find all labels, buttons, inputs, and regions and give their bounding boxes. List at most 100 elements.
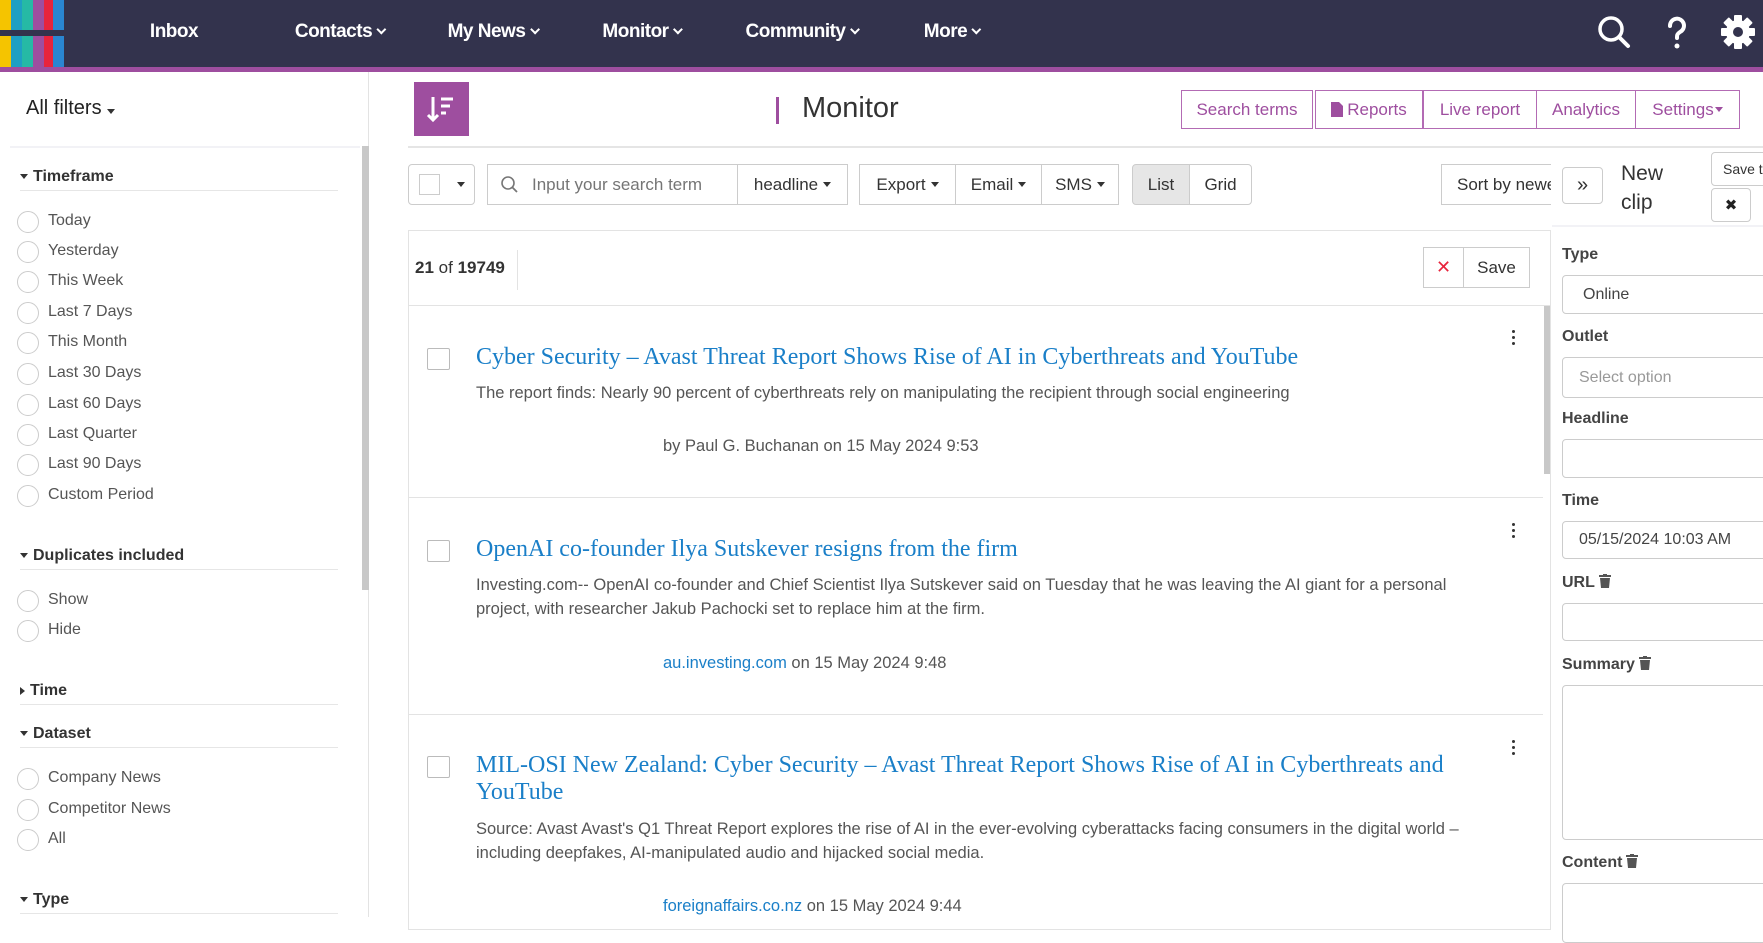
nav-monitor[interactable]: Monitor xyxy=(602,0,684,67)
summary-textarea[interactable] xyxy=(1562,685,1763,840)
outlet-select[interactable]: Select option xyxy=(1562,357,1763,398)
timeframe-radio[interactable] xyxy=(17,394,39,416)
grid-view-button[interactable]: Grid xyxy=(1189,164,1252,205)
chevron-down-icon xyxy=(971,24,982,35)
button-label: Save xyxy=(1477,257,1516,277)
gear-icon[interactable] xyxy=(1718,12,1758,52)
headline-input[interactable] xyxy=(1562,439,1763,478)
list-view-button[interactable]: List xyxy=(1132,164,1190,205)
article-checkbox[interactable] xyxy=(427,756,450,778)
article-title[interactable]: OpenAI co-founder Ilya Sutskever resigns… xyxy=(476,536,1496,563)
nav-inbox[interactable]: Inbox xyxy=(150,0,199,67)
sort-order-button[interactable] xyxy=(414,82,469,136)
timeframe-option-label[interactable]: Yesterday xyxy=(48,242,119,260)
timeframe-radio[interactable] xyxy=(17,485,39,507)
duplicates-radio[interactable] xyxy=(17,620,39,642)
select-all-checkbox[interactable] xyxy=(418,174,440,195)
duplicates-radio[interactable] xyxy=(17,590,39,612)
article-title[interactable]: Cyber Security – Avast Threat Report Sho… xyxy=(476,344,1496,371)
timeframe-option-label[interactable]: Today xyxy=(48,212,91,230)
dataset-option-label[interactable]: All xyxy=(48,830,66,848)
source-link[interactable]: au.investing.com xyxy=(663,654,787,672)
timeframe-section-header[interactable]: Timeframe xyxy=(20,168,338,191)
timeframe-radio[interactable] xyxy=(17,332,39,354)
nav-contacts[interactable]: Contacts xyxy=(295,0,387,67)
dataset-radio[interactable] xyxy=(17,799,39,821)
save-search-button[interactable]: Save xyxy=(1463,247,1530,288)
type-section-header[interactable]: Type xyxy=(20,891,338,914)
article-title[interactable]: MIL-OSI New Zealand: Cyber Security – Av… xyxy=(476,752,1496,806)
nav-community[interactable]: Community xyxy=(746,0,860,67)
timeframe-option-label[interactable]: Last 60 Days xyxy=(48,395,141,413)
save-to-button[interactable]: Save to xyxy=(1711,152,1763,186)
chevron-down-icon xyxy=(376,24,387,35)
content-textarea[interactable] xyxy=(1562,883,1763,943)
sms-dropdown[interactable]: SMS xyxy=(1041,164,1119,205)
timeframe-option-label[interactable]: This Week xyxy=(48,272,123,290)
search-icon[interactable] xyxy=(1594,12,1634,52)
select-all-dropdown[interactable] xyxy=(408,164,475,205)
dataset-option-label[interactable]: Company News xyxy=(48,769,161,787)
dataset-option-label[interactable]: Competitor News xyxy=(48,800,171,818)
timeframe-radio[interactable] xyxy=(17,424,39,446)
more-options-icon[interactable] xyxy=(1510,330,1516,348)
sidebar-scrollbar[interactable] xyxy=(362,146,369,590)
time-input[interactable]: 05/15/2024 10:03 AM xyxy=(1562,521,1763,559)
more-options-icon[interactable] xyxy=(1510,523,1516,541)
email-dropdown[interactable]: Email xyxy=(955,164,1042,205)
analytics-button[interactable]: Analytics xyxy=(1536,90,1636,129)
help-icon[interactable] xyxy=(1657,12,1697,52)
total-count: 19749 xyxy=(457,258,505,277)
all-filters-dropdown[interactable]: All filters xyxy=(26,97,115,120)
timeframe-radio[interactable] xyxy=(17,363,39,385)
trash-icon[interactable] xyxy=(1626,854,1639,868)
url-input[interactable] xyxy=(1562,603,1763,641)
trash-icon[interactable] xyxy=(1638,656,1651,670)
duplicates-option-label[interactable]: Hide xyxy=(48,621,81,639)
caret-down-icon xyxy=(20,731,28,737)
timeframe-option-label[interactable]: Last 90 Days xyxy=(48,455,141,473)
timeframe-option-label[interactable]: This Month xyxy=(48,333,127,351)
export-dropdown[interactable]: Export xyxy=(859,164,956,205)
article-summary: The report finds: Nearly 90 percent of c… xyxy=(476,384,1290,402)
search-icon xyxy=(501,175,518,193)
search-input[interactable] xyxy=(532,174,732,195)
results-scrollbar[interactable] xyxy=(1544,306,1550,474)
type-select[interactable]: Online xyxy=(1562,275,1763,314)
time-section-header[interactable]: Time xyxy=(20,682,338,705)
dataset-radio[interactable] xyxy=(17,829,39,851)
section-label: Type xyxy=(33,891,70,908)
more-options-icon[interactable] xyxy=(1510,740,1516,758)
duplicates-option-label[interactable]: Show xyxy=(48,591,88,609)
dataset-section-header[interactable]: Dataset xyxy=(20,725,338,748)
sort-dropdown[interactable]: Sort by newest xyxy=(1441,164,1551,205)
timeframe-option-label[interactable]: Last Quarter xyxy=(48,425,137,443)
expand-panel-button[interactable]: » xyxy=(1562,167,1603,204)
trash-icon[interactable] xyxy=(1598,574,1611,588)
article-checkbox[interactable] xyxy=(427,348,450,370)
reports-button[interactable]: Reports xyxy=(1315,90,1423,129)
timeframe-radio[interactable] xyxy=(17,211,39,233)
timeframe-radio[interactable] xyxy=(17,241,39,263)
timeframe-option-label[interactable]: Custom Period xyxy=(48,486,154,504)
search-terms-button[interactable]: Search terms xyxy=(1181,90,1313,129)
settings-dropdown[interactable]: Settings xyxy=(1635,90,1740,129)
dataset-radio[interactable] xyxy=(17,768,39,790)
nav-more[interactable]: More xyxy=(924,0,982,67)
timeframe-radio[interactable] xyxy=(17,454,39,476)
article-checkbox[interactable] xyxy=(427,540,450,562)
live-report-button[interactable]: Live report xyxy=(1423,90,1537,129)
close-clip-button[interactable]: ✖ xyxy=(1711,188,1751,222)
logo[interactable] xyxy=(0,0,64,67)
clear-selection-button[interactable]: ✕ xyxy=(1423,247,1464,288)
timeframe-radio[interactable] xyxy=(17,271,39,293)
nav-my-news[interactable]: My News xyxy=(448,0,540,67)
search-field-dropdown[interactable]: headline xyxy=(737,164,848,205)
chevron-down-icon xyxy=(673,24,684,35)
chevron-down-icon xyxy=(529,24,540,35)
timeframe-option-label[interactable]: Last 7 Days xyxy=(48,303,132,321)
source-link[interactable]: foreignaffairs.co.nz xyxy=(663,897,802,915)
timeframe-option-label[interactable]: Last 30 Days xyxy=(48,364,141,382)
timeframe-radio[interactable] xyxy=(17,302,39,324)
duplicates-section-header[interactable]: Duplicates included xyxy=(20,547,338,570)
